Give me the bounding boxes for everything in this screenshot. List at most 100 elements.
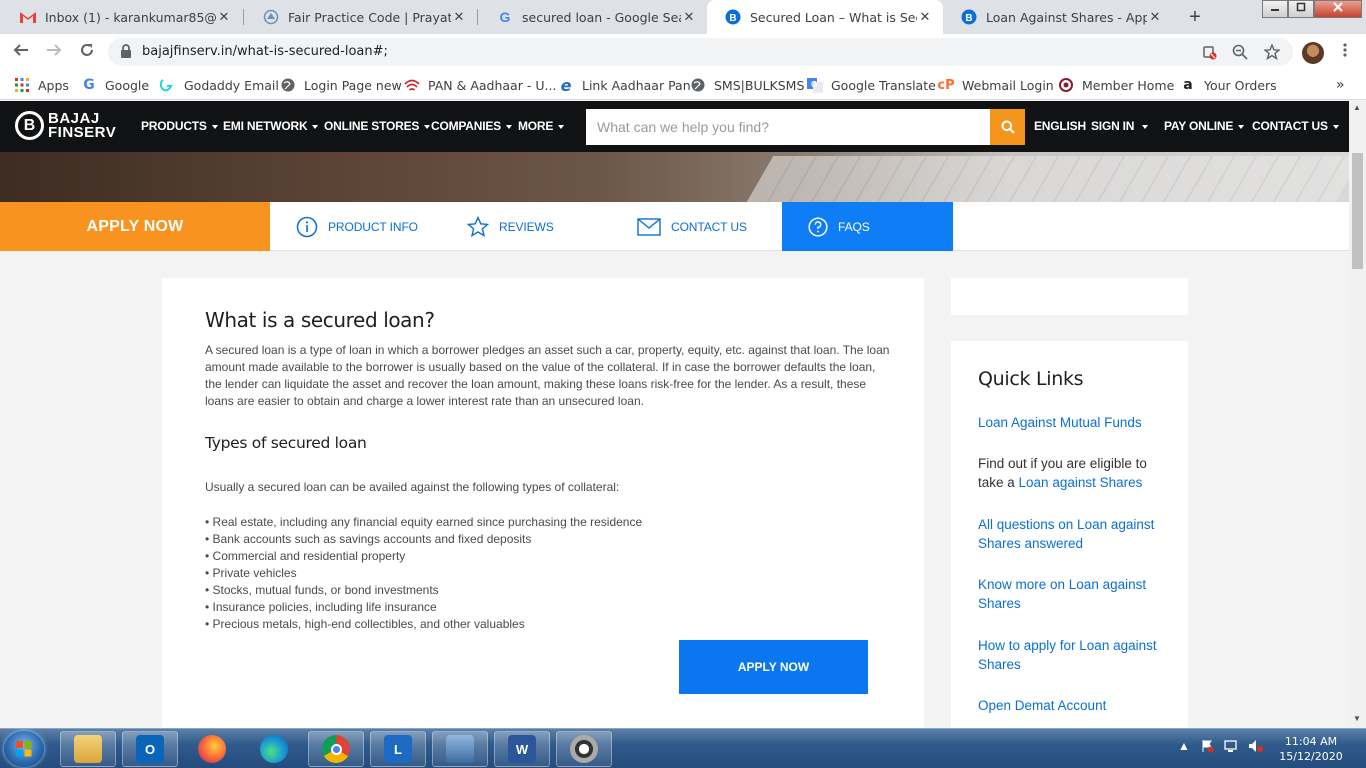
scroll-down-icon[interactable]: ▼: [1353, 714, 1362, 723]
tray-expand-icon[interactable]: ▲: [1178, 739, 1190, 753]
bookmark-sms[interactable]: SMS|BULKSMS: [690, 76, 804, 94]
link-loan-against-mutual-funds[interactable]: Loan Against Mutual Funds: [978, 413, 1168, 432]
eligibility-text: Find out if you are eligible to take a L…: [978, 456, 1147, 490]
lync-icon: L: [384, 735, 412, 763]
caret-down-icon: [312, 124, 319, 129]
tab-gmail[interactable]: Inbox (1) - karankumar85@gma ✕: [2, 0, 242, 34]
profile-avatar[interactable]: [1302, 42, 1324, 64]
bookmark-google-translate[interactable]: G Google Translate: [807, 76, 936, 94]
site-blocked-icon[interactable]: [1200, 44, 1218, 62]
camera-icon: [570, 735, 598, 763]
taskbar-edge[interactable]: [246, 731, 302, 767]
tab-fair-practice[interactable]: Fair Practice Code | Prayatna Mi ✕: [245, 0, 477, 34]
taskbar-explorer[interactable]: [60, 731, 116, 767]
network-tray-icon[interactable]: [1224, 739, 1240, 756]
start-button[interactable]: [4, 731, 44, 767]
quick-links-title: Quick Links: [978, 368, 1084, 390]
search-button[interactable]: [990, 109, 1025, 145]
caret-down-icon: [1332, 124, 1339, 129]
nav-companies[interactable]: COMPANIES: [431, 119, 512, 133]
close-window-button[interactable]: [1314, 0, 1362, 18]
link-open-demat[interactable]: Open Demat Account: [978, 696, 1168, 715]
bookmark-pan-aadhaar[interactable]: PAN & Aadhaar - U...: [404, 76, 556, 94]
ie-icon: e: [560, 75, 572, 95]
list-item: • Precious metals, high-end collectibles…: [205, 617, 525, 631]
bookmark-member-home[interactable]: Member Home: [1058, 76, 1174, 94]
article-title: What is a secured loan?: [205, 308, 435, 332]
forward-button[interactable]: [42, 41, 66, 63]
taskbar-outlook[interactable]: O: [122, 731, 178, 767]
nav-emi-network[interactable]: EMI NETWORK: [223, 119, 319, 133]
taskbar-word[interactable]: W: [494, 731, 550, 767]
tab-faqs[interactable]: FAQS: [782, 202, 953, 251]
nav-sign-in[interactable]: SIGN IN: [1091, 119, 1149, 133]
page-scrollbar[interactable]: ▲ ▼: [1349, 101, 1366, 728]
nav-english[interactable]: ENGLISH: [1034, 119, 1086, 133]
bookmark-login-page[interactable]: Login Page new: [280, 76, 402, 94]
bookmark-link-aadhaar[interactable]: e Link Aadhaar Pan: [558, 75, 691, 95]
tab-google-search[interactable]: G secured loan - Google Search ✕: [479, 0, 707, 34]
tab-reviews[interactable]: REVIEWS: [467, 202, 554, 251]
apply-now-tab[interactable]: APPLY NOW: [0, 202, 270, 251]
tab-secured-loan[interactable]: B Secured Loan – What is Secured ✕: [707, 0, 943, 34]
bajaj-finserv-logo[interactable]: B BAJAJ FINSERV: [15, 111, 116, 140]
close-tab-icon[interactable]: ✕: [1147, 9, 1163, 25]
new-tab-button[interactable]: +: [1183, 5, 1207, 29]
close-tab-icon[interactable]: ✕: [451, 9, 467, 25]
article-card: What is a secured loan? A secured loan i…: [162, 278, 924, 728]
tab-contact-us[interactable]: CONTACT US: [637, 202, 747, 251]
taskbar-chrome[interactable]: [308, 731, 364, 767]
link-loan-against-shares[interactable]: Loan against Shares: [1019, 475, 1143, 490]
volume-icon[interactable]: [1248, 739, 1264, 756]
reload-button[interactable]: [75, 41, 99, 63]
list-item: • Private vehicles: [205, 566, 297, 580]
apply-now-button[interactable]: APPLY NOW: [679, 640, 868, 694]
list-item: • Stocks, mutual funds, or bond investme…: [205, 583, 439, 597]
minimize-button[interactable]: [1262, 0, 1288, 18]
link-how-to-apply[interactable]: How to apply for Loan against Shares: [978, 636, 1168, 674]
maximize-button[interactable]: [1288, 0, 1314, 18]
tab-loan-against-shares[interactable]: B Loan Against Shares - Applicatio ✕: [943, 0, 1173, 34]
caret-down-icon: [211, 124, 218, 129]
bookmark-godaddy[interactable]: Godaddy Email: [160, 76, 279, 94]
wifi-red-icon: [404, 77, 420, 93]
action-center-icon[interactable]: [1200, 739, 1214, 756]
taskbar-firefox[interactable]: [184, 731, 240, 767]
search-input[interactable]: [586, 109, 990, 145]
bookmark-google[interactable]: G Google: [81, 76, 149, 94]
scroll-up-icon[interactable]: ▲: [1353, 103, 1362, 112]
zoom-icon[interactable]: [1231, 44, 1249, 62]
bookmark-star-icon[interactable]: [1263, 43, 1281, 62]
bookmark-your-orders[interactable]: a Your Orders: [1180, 76, 1276, 94]
taskbar-network[interactable]: [432, 731, 488, 767]
link-know-more[interactable]: Know more on Loan against Shares: [978, 575, 1168, 613]
scrollbar-thumb[interactable]: [1352, 153, 1363, 269]
nav-products[interactable]: PRODUCTS: [141, 119, 218, 133]
taskbar-lync[interactable]: L: [370, 731, 426, 767]
close-tab-icon[interactable]: ✕: [681, 9, 697, 25]
close-tab-icon[interactable]: ✕: [216, 9, 232, 25]
address-bar[interactable]: bajajfinserv.in/what-is-secured-loan#;: [108, 38, 1293, 66]
bookmark-webmail[interactable]: cP Webmail Login: [937, 76, 1053, 94]
article-subtitle: Types of secured loan: [205, 434, 367, 452]
tab-separator: [477, 9, 478, 25]
site-icon: [263, 9, 279, 25]
nav-contact-us[interactable]: CONTACT US: [1252, 119, 1339, 133]
menu-kebab-icon[interactable]: [1340, 42, 1350, 64]
back-button[interactable]: [9, 41, 33, 63]
taskbar-camera[interactable]: [556, 731, 612, 767]
link-questions-answered[interactable]: All questions on Loan against Shares ans…: [978, 515, 1168, 553]
close-tab-icon[interactable]: ✕: [917, 9, 933, 25]
article-intro: A secured loan is a type of loan in whic…: [205, 343, 890, 408]
system-clock[interactable]: 11:04 AM 15/12/2020: [1276, 734, 1346, 764]
nav-pay-online[interactable]: PAY ONLINE: [1164, 119, 1245, 133]
svg-text:B: B: [729, 13, 736, 24]
tab-product-info[interactable]: PRODUCT INFO: [296, 202, 418, 251]
bookmark-apps[interactable]: Apps: [14, 76, 69, 94]
bookmarks-overflow-icon[interactable]: »: [1336, 76, 1345, 94]
nav-more[interactable]: MORE: [518, 119, 565, 133]
windows-logo-icon: [16, 741, 32, 757]
url-text[interactable]: bajajfinserv.in/what-is-secured-loan#;: [142, 44, 388, 59]
nav-online-stores[interactable]: ONLINE STORES: [324, 119, 431, 133]
gmail-icon: [20, 9, 36, 25]
